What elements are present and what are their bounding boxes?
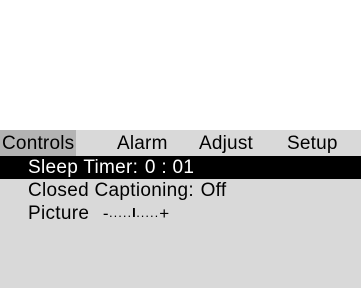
sleep-timer-label: Sleep Timer: bbox=[28, 157, 139, 178]
video-area bbox=[0, 0, 361, 130]
tv-screen: Controls Alarm Adjust Setup Sleep Timer:… bbox=[0, 0, 361, 288]
menu-item-sleep-timer[interactable]: Sleep Timer: 0 : 01 bbox=[0, 156, 361, 179]
menu-list: Sleep Timer: 0 : 01 Closed Captioning: Off… bbox=[0, 156, 361, 225]
closed-captioning-label: Closed Captioning: bbox=[28, 180, 194, 201]
slider-right-dots: ..... bbox=[136, 205, 160, 220]
menu-item-closed-captioning[interactable]: Closed Captioning: Off bbox=[0, 179, 361, 202]
tab-setup[interactable]: Setup bbox=[285, 130, 340, 156]
on-screen-menu: Controls Alarm Adjust Setup Sleep Timer:… bbox=[0, 130, 361, 288]
picture-label: Picture bbox=[28, 203, 90, 224]
tab-adjust[interactable]: Adjust bbox=[197, 130, 255, 156]
sleep-timer-value: 0 : 01 bbox=[144, 157, 195, 178]
tab-alarm[interactable]: Alarm bbox=[115, 130, 170, 156]
tab-controls[interactable]: Controls bbox=[0, 130, 77, 156]
slider-plus-symbol: + bbox=[159, 204, 170, 223]
closed-captioning-value: Off bbox=[200, 180, 227, 201]
menu-item-picture[interactable]: Picture -.....I.....+ bbox=[0, 202, 361, 225]
picture-slider[interactable]: -.....I.....+ bbox=[103, 202, 170, 226]
slider-left-dots: ..... bbox=[109, 205, 133, 220]
menu-tabbar: Controls Alarm Adjust Setup bbox=[0, 130, 361, 156]
